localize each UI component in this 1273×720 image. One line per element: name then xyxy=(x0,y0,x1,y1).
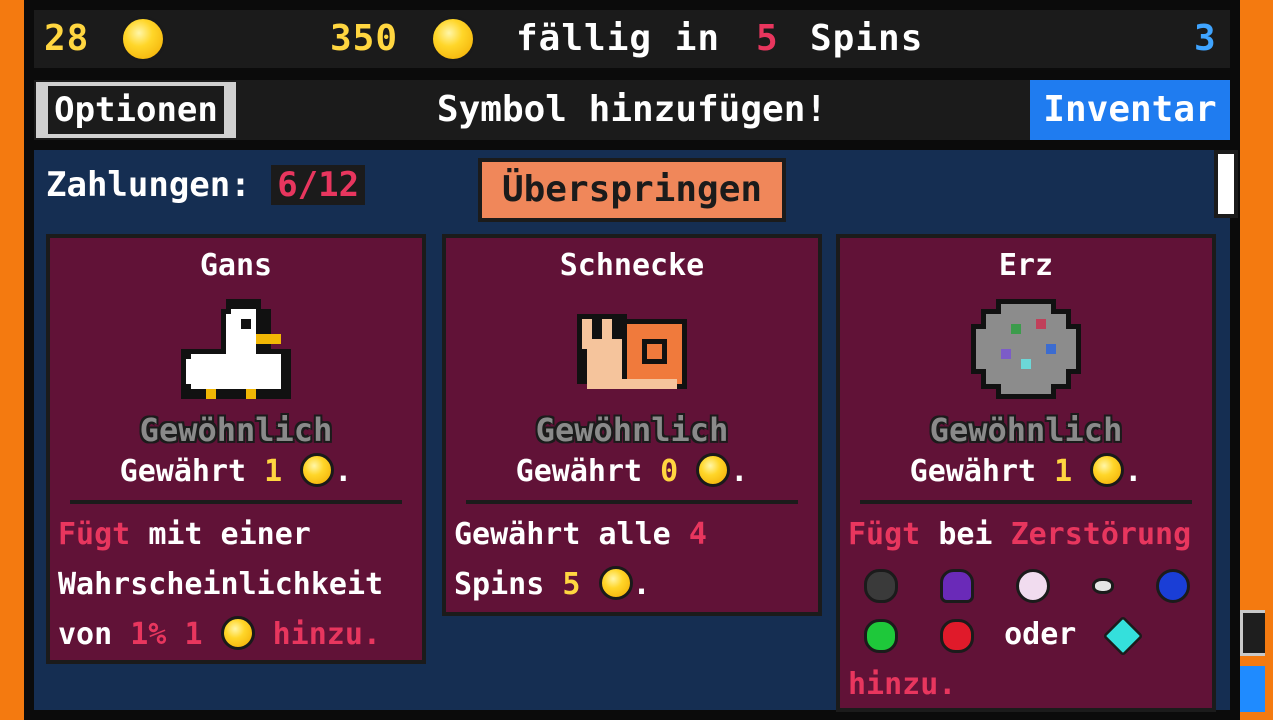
divider xyxy=(466,500,798,504)
rarity-label: Gewöhnlich xyxy=(535,411,729,449)
coin-icon xyxy=(598,565,633,600)
diamond-gem-icon xyxy=(1103,615,1144,656)
amethyst-gem-icon xyxy=(940,568,975,603)
coin-icon xyxy=(430,16,476,62)
due-label: fällig in xyxy=(516,18,721,59)
coin-icon xyxy=(300,452,335,487)
scrollbar-thumb[interactable] xyxy=(1214,150,1238,218)
grant-prefix: Gewährt xyxy=(909,454,1037,489)
payments-label: Zahlungen: xyxy=(46,165,251,205)
spins-label: Spins xyxy=(810,18,924,59)
emerald-gem-icon xyxy=(864,618,898,653)
spin-interval: 4 xyxy=(688,517,707,552)
status-bar: 28 350 fällig in 5 Spins 3 xyxy=(34,10,1230,68)
desc-text: Gewährt alle xyxy=(454,517,671,552)
payments-indicator: Zahlungen: 6/12 xyxy=(46,162,366,208)
sapphire-gem-icon xyxy=(1156,568,1191,603)
symbol-name: Gans xyxy=(199,248,273,283)
divider xyxy=(70,500,402,504)
symbol-description: Gewährt alle 4 Spins 5 . xyxy=(454,517,707,602)
grant-value: 1 xyxy=(1054,454,1073,489)
coal-gem-icon xyxy=(864,568,898,603)
stone-gem-icon xyxy=(1092,577,1115,594)
skip-button[interactable]: Überspringen xyxy=(478,158,786,222)
grant-line: Gewährt 1 . xyxy=(909,452,1143,489)
coin-icon xyxy=(120,16,166,62)
pearl-gem-icon xyxy=(1016,568,1051,603)
chance-percent: 1% xyxy=(130,617,167,652)
symbol-description: Fügt mit einer Wahrscheinlichkeit von 1%… xyxy=(58,510,414,660)
ore-icon xyxy=(971,299,1081,399)
skip-label: Überspringen xyxy=(482,162,782,218)
inventory-button[interactable]: Inventar xyxy=(1030,80,1230,140)
symbol-card-snail[interactable]: Schnecke Gewöhnlich Gewährt 0 . Gewährt … xyxy=(442,234,822,616)
ruby-gem-icon xyxy=(940,618,975,653)
desc-text: von xyxy=(58,617,113,652)
symbol-name: Schnecke xyxy=(559,248,705,283)
reroll-counter: 3 xyxy=(1194,18,1217,59)
spins-remaining: 5 xyxy=(756,18,779,59)
divider xyxy=(860,500,1192,504)
grant-line: Gewährt 0 . xyxy=(515,452,749,489)
rarity-label: Gewöhnlich xyxy=(139,411,333,449)
keyword-add: Fügt xyxy=(58,517,131,552)
symbol-card-ore[interactable]: Erz Gewöhnlich Gewährt 1 . Fügt bei Zers xyxy=(836,234,1216,712)
symbol-name: Erz xyxy=(998,248,1054,283)
action-bar: Optionen Symbol hinzufügen! Inventar xyxy=(34,80,1230,140)
grant-prefix: Gewährt xyxy=(515,454,643,489)
desc-text: mit einer xyxy=(148,517,311,552)
symbol-card-goose[interactable]: Gans Gewöhnlich Gewährt 1 . Fügt mit ein… xyxy=(46,234,426,664)
offscreen-widget xyxy=(1240,610,1265,656)
keyword-add-end: hinzu. xyxy=(848,667,957,702)
snail-icon xyxy=(577,314,687,389)
payout-amount: 5 xyxy=(562,567,581,602)
symbol-choice-panel: Zahlungen: 6/12 Überspringen Gans Gewöhn… xyxy=(34,150,1238,712)
keyword-add-end: hinzu. xyxy=(272,617,381,652)
offscreen-counter xyxy=(0,664,24,708)
offscreen-widget-blue xyxy=(1240,666,1265,712)
chance-amount: 1 xyxy=(184,617,203,652)
desc-text: Spins xyxy=(454,567,545,602)
coin-icon xyxy=(1090,452,1125,487)
grant-value: 0 xyxy=(660,454,679,489)
keyword-destroy: Zerstörung xyxy=(1010,517,1192,552)
rent-amount: 350 xyxy=(330,18,399,59)
desc-text: oder xyxy=(1004,617,1077,652)
grant-line: Gewährt 1 . xyxy=(119,452,353,489)
desc-text: Wahrscheinlichkeit xyxy=(58,567,384,602)
grant-prefix: Gewährt xyxy=(119,454,247,489)
payments-value: 6/12 xyxy=(271,165,366,205)
symbol-description: Fügt bei Zerstörung oder hinzu. xyxy=(848,510,1204,710)
desc-text: bei xyxy=(938,517,993,552)
coin-count: 28 xyxy=(44,18,90,59)
coin-icon xyxy=(696,452,731,487)
coin-icon xyxy=(220,615,255,650)
goose-icon xyxy=(181,299,291,399)
rarity-label: Gewöhnlich xyxy=(929,411,1123,449)
keyword-add: Fügt xyxy=(848,517,921,552)
grant-value: 1 xyxy=(264,454,283,489)
